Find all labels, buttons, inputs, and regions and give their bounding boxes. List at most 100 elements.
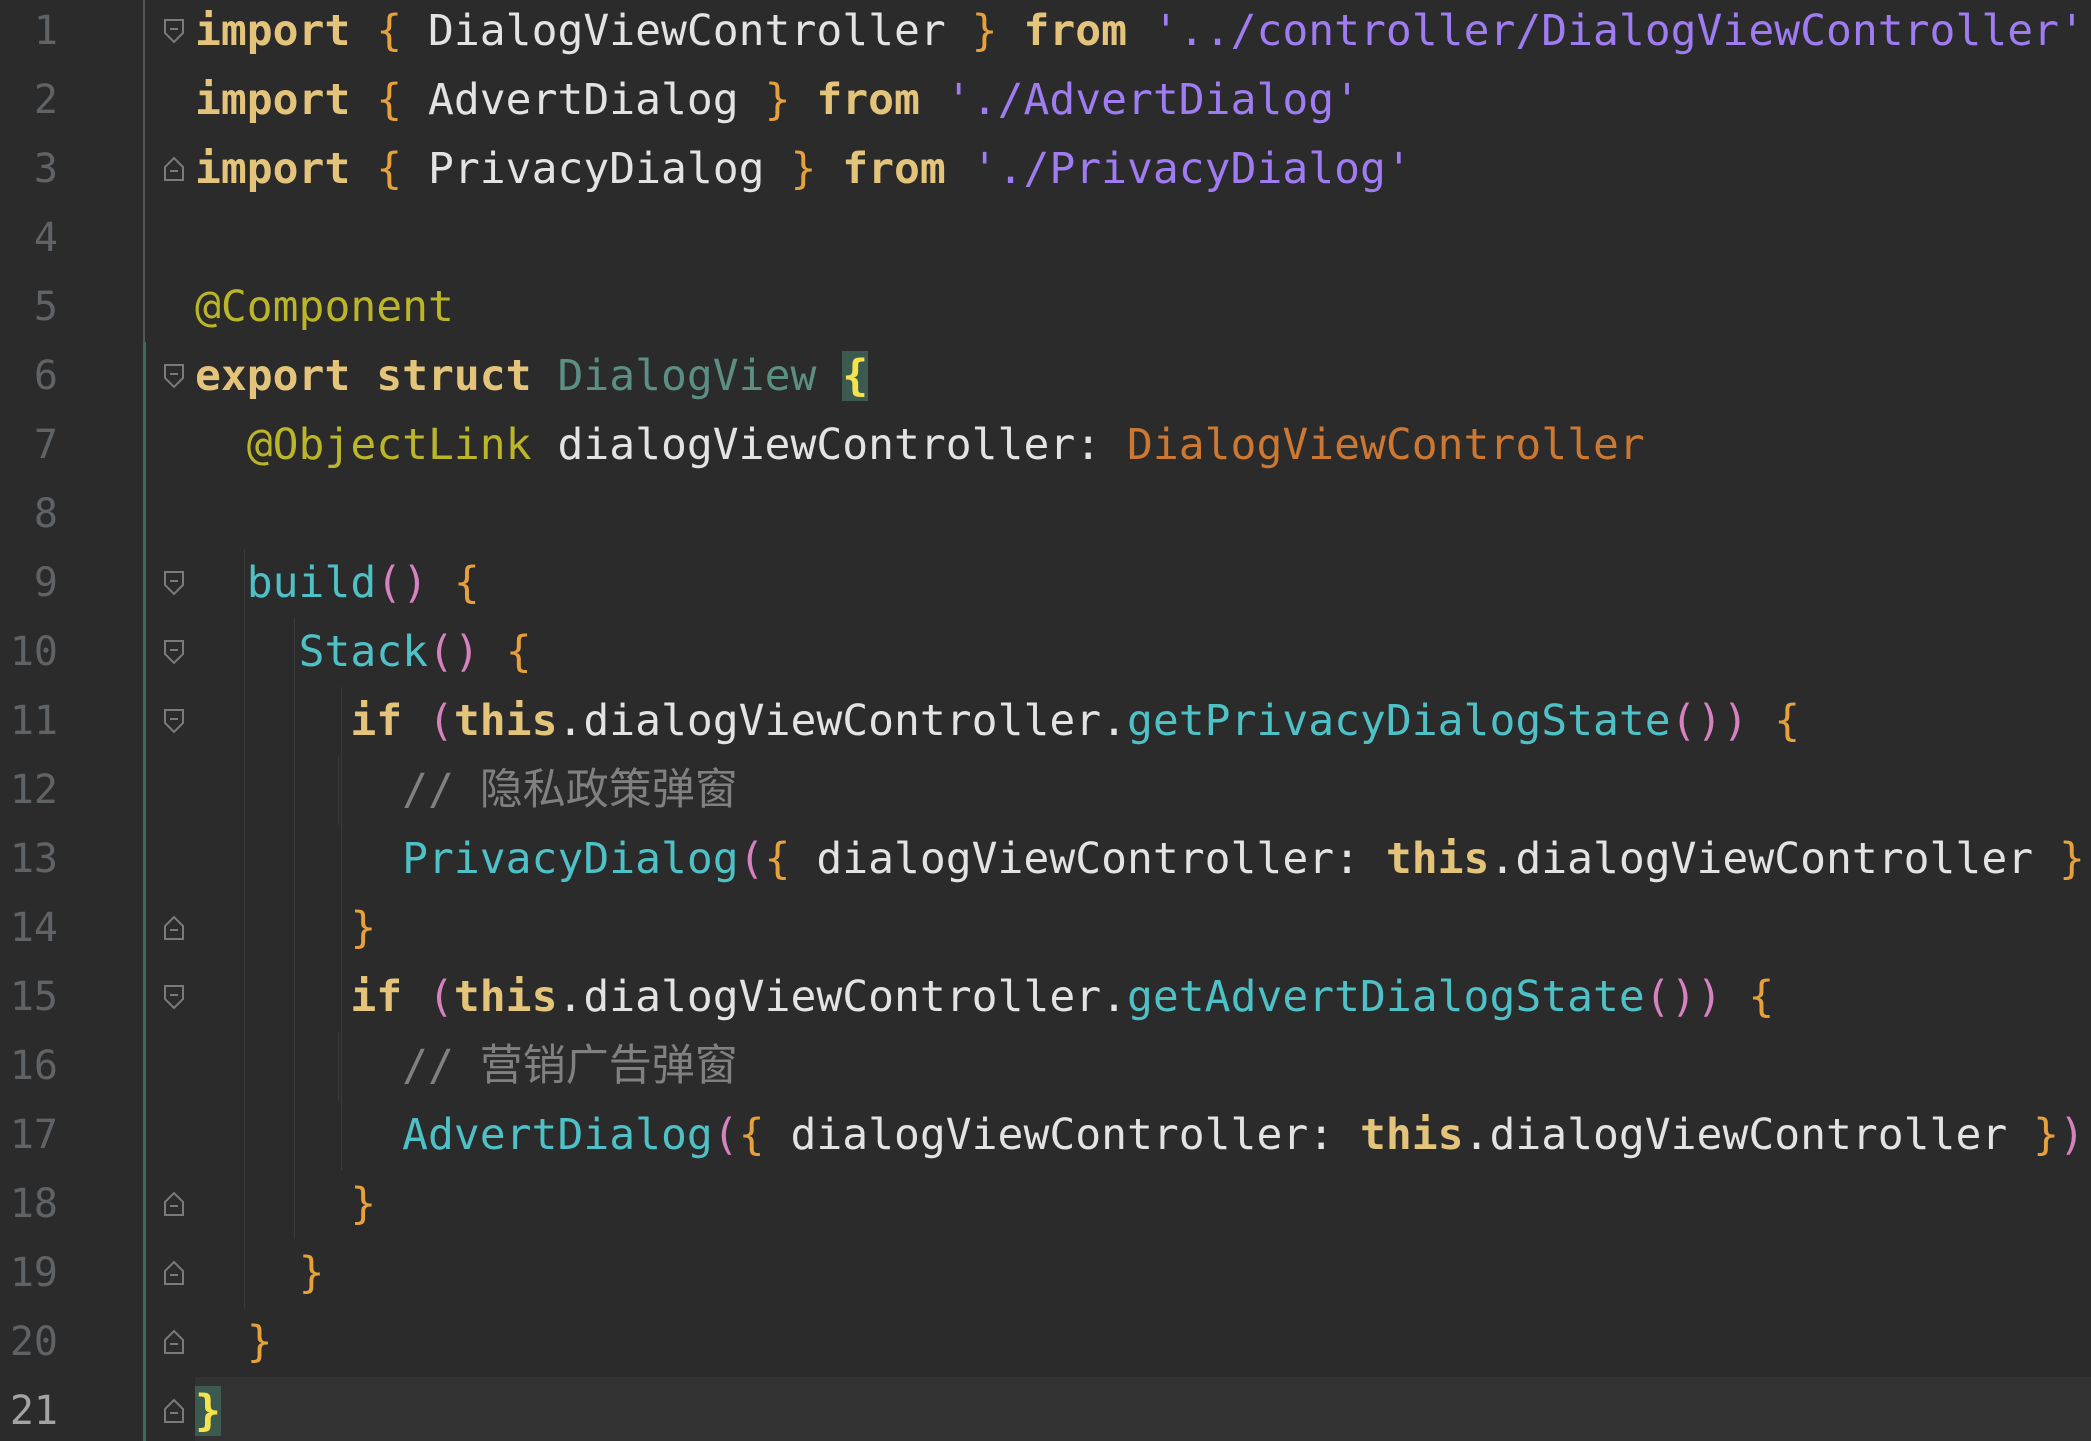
fold-collapse-icon[interactable] [162, 983, 186, 1011]
code-token: } [350, 1179, 377, 1229]
line-number[interactable]: 16 [0, 1032, 58, 1101]
code-line[interactable]: import { DialogViewController } from '..… [195, 0, 2085, 66]
code-token: { [376, 75, 403, 125]
code-token: } [790, 144, 817, 194]
code-token: PrivacyDialog [402, 834, 739, 884]
code-token: ) [2085, 834, 2091, 884]
fold-collapse-icon[interactable] [162, 362, 186, 390]
line-number[interactable]: 3 [0, 135, 58, 204]
line-number[interactable]: 17 [0, 1101, 58, 1170]
code-token: AdvertDialog [402, 1110, 713, 1160]
code-line[interactable]: // 隐私政策弹窗 [195, 756, 738, 825]
code-line[interactable]: import { AdvertDialog } from './AdvertDi… [195, 66, 1360, 135]
fold-collapse-icon[interactable] [162, 638, 186, 666]
code-token: { [376, 6, 403, 56]
code-token: @Component [195, 282, 454, 332]
line-number[interactable]: 12 [0, 756, 58, 825]
code-line[interactable]: @ObjectLink dialogViewController: Dialog… [195, 411, 1645, 480]
code-line[interactable]: } [195, 894, 376, 963]
line-number[interactable]: 4 [0, 204, 58, 273]
code-line[interactable]: } [195, 1239, 325, 1308]
code-token: './PrivacyDialog' [971, 144, 1412, 194]
line-number-gutter[interactable]: 1 2 3 4 5 6 7 8 9 10 11 12 13 14 15 16 17 18 19 20 21 [0, 0, 120, 1441]
code-token: @ObjectLink [246, 420, 532, 470]
line-number[interactable]: 9 [0, 549, 58, 618]
line-number[interactable]: 20 [0, 1308, 58, 1377]
fold-end-icon[interactable] [162, 1190, 186, 1218]
code-line[interactable]: AdvertDialog({ dialogViewController: thi… [195, 1101, 2085, 1170]
code-token: { [453, 558, 480, 608]
code-token: from [1023, 6, 1128, 56]
line-number[interactable]: 5 [0, 273, 58, 342]
code-token: if [350, 696, 403, 746]
code-token: ) [2059, 1110, 2085, 1160]
code-line[interactable]: } [195, 1308, 273, 1377]
line-number[interactable]: 13 [0, 825, 58, 894]
code-line[interactable]: } [195, 1170, 376, 1239]
code-token: import [195, 6, 351, 56]
fold-end-icon[interactable] [162, 1328, 186, 1356]
line-number[interactable]: 10 [0, 618, 58, 687]
code-token: } [246, 1317, 273, 1367]
code-token: this [1360, 1110, 1464, 1160]
code-line[interactable]: @Component [195, 273, 454, 342]
line-number[interactable]: 7 [0, 411, 58, 480]
code-token: ( [428, 972, 454, 1022]
code-line[interactable]: if (this.dialogViewController.getPrivacy… [195, 687, 1800, 756]
indent-guide [341, 963, 342, 1170]
fold-end-icon[interactable] [162, 1397, 186, 1425]
line-number[interactable]: 1 [0, 0, 58, 66]
code-line[interactable]: } [195, 1377, 221, 1441]
line-number[interactable]: 19 [0, 1239, 58, 1308]
code-token: { [738, 1110, 765, 1160]
line-number[interactable]: 15 [0, 963, 58, 1032]
code-line[interactable]: export struct DialogView { [195, 342, 869, 411]
code-line[interactable]: Stack() { [195, 618, 532, 687]
code-token: ( [738, 834, 765, 884]
line-number[interactable]: 2 [0, 66, 58, 135]
code-token: .dialogViewController. [557, 972, 1128, 1022]
line-number[interactable]: 18 [0, 1170, 58, 1239]
fold-end-icon[interactable] [162, 155, 186, 183]
fold-collapse-icon[interactable] [162, 707, 186, 735]
code-line[interactable]: import { PrivacyDialog } from './Privacy… [195, 135, 1412, 204]
code-token: export [195, 351, 351, 401]
fold-collapse-icon[interactable] [162, 569, 186, 597]
line-number[interactable]: 21 [0, 1377, 58, 1441]
code-token: .dialogViewController [1489, 834, 2059, 884]
line-number[interactable]: 6 [0, 342, 58, 411]
fold-collapse-icon[interactable] [162, 17, 186, 45]
code-token: './AdvertDialog' [945, 75, 1361, 125]
code-editor[interactable]: 1 2 3 4 5 6 7 8 9 10 11 12 13 14 15 16 17 18 19 20 21 import… [0, 0, 2091, 1441]
fold-end-icon[interactable] [162, 914, 186, 942]
line-number[interactable]: 14 [0, 894, 58, 963]
indent-guide [338, 1032, 339, 1101]
line-number[interactable]: 8 [0, 480, 58, 549]
code-line[interactable]: // 营销广告弹窗 [195, 1032, 738, 1101]
code-line[interactable]: PrivacyDialog({ dialogViewController: th… [195, 825, 2091, 894]
code-token: PrivacyDialog [402, 144, 791, 194]
code-token: ( [712, 1110, 739, 1160]
fold-end-icon[interactable] [162, 1259, 186, 1287]
code-line[interactable]: build() { [195, 549, 480, 618]
indent-guide [338, 756, 339, 825]
code-token: } [764, 75, 791, 125]
code-line[interactable]: if (this.dialogViewController.getAdvertD… [195, 963, 1774, 1032]
line-number[interactable]: 11 [0, 687, 58, 756]
code-token: { [505, 627, 532, 677]
